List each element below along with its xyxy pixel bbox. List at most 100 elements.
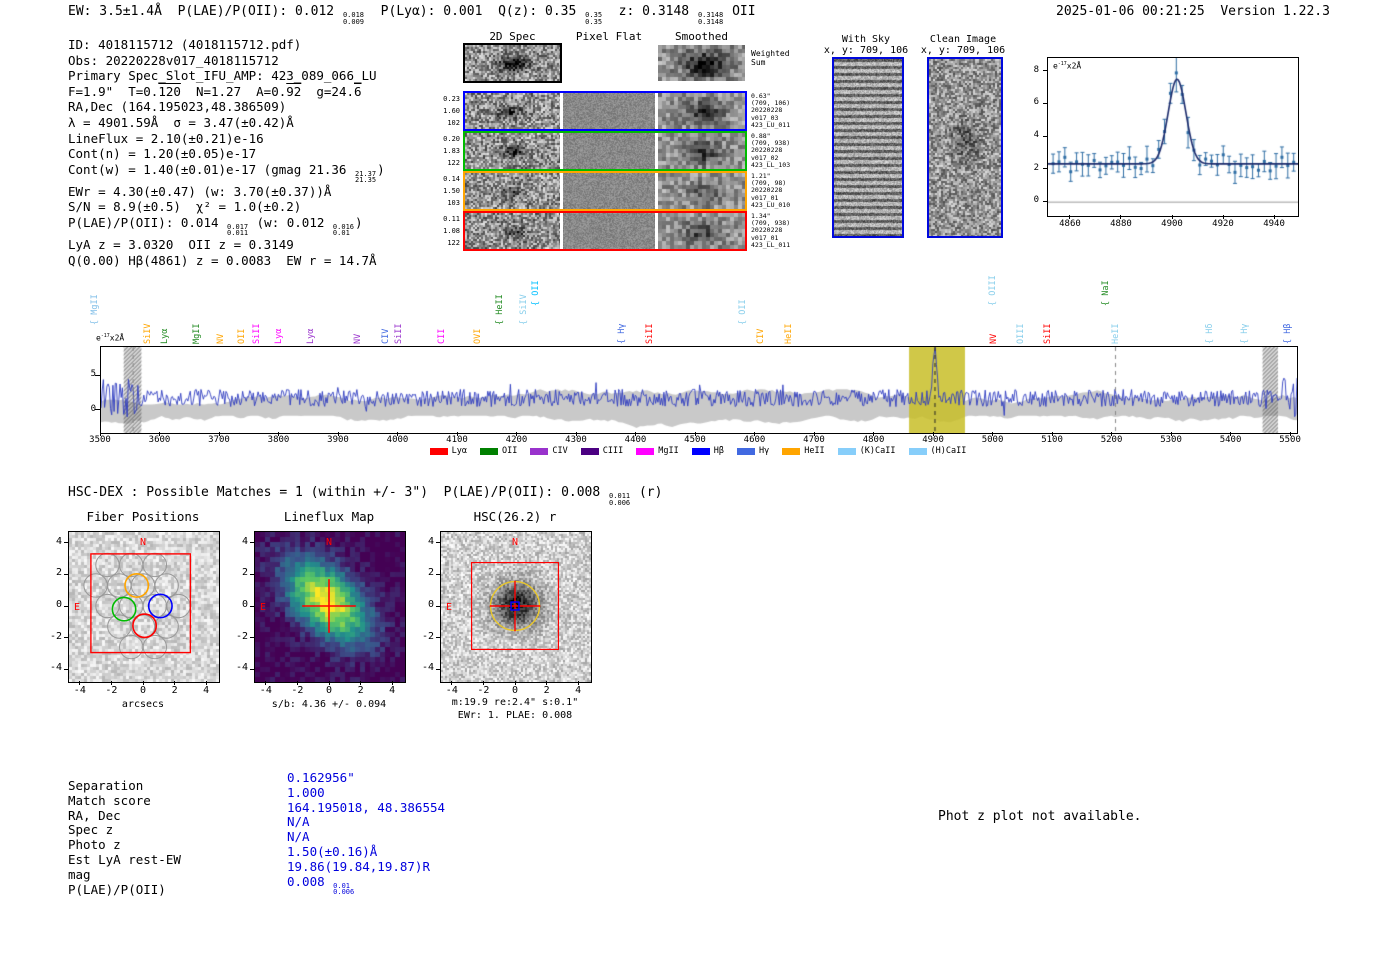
axis-tick — [265, 681, 267, 685]
pixelflat-image — [563, 133, 655, 169]
legend-item: HeII — [782, 446, 825, 456]
match-field-label: Est LyA rest-EW — [68, 851, 181, 867]
axis-tick-label: 0 — [55, 599, 62, 610]
spec2d-col-title-pixelflat: Pixel Flat — [575, 30, 643, 43]
axis-tick-label: 2 — [427, 567, 434, 579]
axis-tick-label: 5000 — [981, 435, 1004, 445]
match-field-label: RA, Dec — [68, 807, 121, 823]
axis-tick-label: 4 — [427, 535, 434, 547]
match-field-value: 1.000 — [287, 784, 325, 800]
axis-tick-label: 4400 — [624, 435, 647, 445]
axis-tick — [360, 681, 362, 685]
axis-tick — [635, 432, 637, 436]
axis-tick-label: -2 — [477, 685, 490, 696]
lineflux-crosshair-overlay: NE — [260, 537, 356, 633]
axis-tick-label: 4880 — [1110, 219, 1132, 229]
axis-tick-label: 4 — [203, 685, 210, 696]
axis-tick-label: 4800 — [862, 435, 885, 445]
axis-tick-label: 4900 — [1161, 219, 1183, 229]
match-field-value: 0.162956" — [287, 770, 355, 785]
emission-line-label: { Hβ — [1283, 323, 1294, 344]
emission-line-label: Lyα — [160, 328, 171, 344]
main-spectrum-unit-label: e-17x2Å — [96, 333, 125, 343]
legend-item: CIII — [580, 446, 623, 456]
axis-tick-label: -2 — [291, 685, 304, 696]
emission-line-label: OII — [236, 328, 247, 344]
info-line: Obs: 20220228v017_4018115712 — [68, 52, 279, 68]
axis-tick — [1043, 135, 1047, 137]
info-line: EWr = 4.30(±0.47) (w: 3.70(±0.37))Å — [68, 183, 332, 199]
emission-line-label: SiII — [394, 323, 405, 344]
svg-text:E: E — [74, 602, 80, 613]
emission-line-label: NV — [353, 333, 364, 344]
info-line: ID: 4018115712 (4018115712.pdf) — [68, 37, 302, 52]
emission-line-label: Lyα — [273, 328, 284, 344]
match-field-label: Match score — [68, 792, 151, 808]
spec2d-image — [465, 133, 560, 169]
emission-line-label: HeII — [784, 323, 795, 344]
axis-tick-label: 8 — [1033, 64, 1039, 75]
axis-tick-label: 2 — [171, 685, 178, 696]
axis-tick — [142, 681, 144, 685]
axis-tick-label: -4 — [49, 662, 62, 674]
emission-line-label: MgII — [191, 323, 202, 344]
axis-tick-label: 4200 — [505, 435, 528, 445]
axis-tick — [577, 681, 579, 685]
info-line: P(LAE)/P(OII): 0.014 0.017 0.011 (w: 0.01… — [68, 214, 363, 238]
emission-line-label: CIV — [381, 328, 392, 344]
spec2d-col-title-2dspec: 2D Spec — [489, 30, 536, 43]
axis-tick-label: 4 — [389, 685, 396, 696]
match-field-label: Spec z — [68, 822, 114, 838]
legend-swatch — [837, 447, 856, 455]
pixelflat-image — [563, 93, 655, 129]
emission-line-label: OIII — [1016, 323, 1027, 344]
legend-swatch — [908, 447, 927, 455]
legend-item: Lyα — [429, 446, 468, 456]
line-fit-plot — [1048, 58, 1298, 216]
legend-label: MgII — [658, 446, 679, 456]
axis-tick-label: 2 — [543, 685, 550, 696]
info-line: LineFlux = 2.10(±0.21)e-16 — [68, 130, 264, 146]
match-field-value: 1.50(±0.16)Å — [287, 843, 378, 859]
axis-tick — [575, 432, 577, 436]
match-field-label: P(LAE)/P(OII) — [68, 881, 166, 897]
svg-text:N: N — [140, 537, 146, 548]
axis-tick-label: 0 — [325, 685, 333, 696]
legend-item: (K)CaII — [837, 446, 896, 456]
axis-tick-label: -4 — [259, 685, 272, 696]
axis-tick-label: 5400 — [1219, 435, 1242, 445]
axis-tick-label: 0 — [241, 599, 248, 610]
spec2d-row-scale-labels: 0.11 1.08 122 — [443, 215, 460, 247]
axis-tick — [337, 432, 339, 436]
axis-tick — [391, 681, 393, 685]
lineflux-map-title: Lineflux Map — [283, 509, 375, 524]
spec2d-row-annotation: 1.21" (709, 98) 20220228 v017_01 423_LU_010 — [751, 172, 791, 209]
axis-tick-label: 5100 — [1041, 435, 1063, 445]
legend-swatch — [580, 447, 599, 455]
emission-line-label: CIV — [756, 328, 767, 344]
legend-label: Lyα — [451, 446, 468, 456]
summary-line: EW: 3.5±1.4Å P(LAE)/P(OII): 0.012 0.018 0… — [68, 4, 756, 26]
emission-line-label: CII — [437, 328, 448, 344]
hsc-caption-1: m:19.9 re:2.4" s:0.1" — [451, 697, 579, 708]
axis-tick — [754, 432, 756, 436]
axis-tick-label: 3700 — [208, 435, 230, 445]
axis-tick — [1120, 215, 1122, 219]
axis-tick — [932, 432, 934, 436]
emission-line-label: HeII — [1110, 323, 1121, 344]
withsky-subtitle: x, y: 709, 106 — [823, 45, 909, 56]
smoothed-image — [658, 133, 745, 169]
axis-tick — [397, 432, 398, 436]
axis-tick-label: 4920 — [1212, 219, 1234, 229]
info-line: F=1.9" T=0.120 N=1.27 A=0.92 g=24.6 — [68, 83, 362, 99]
legend-label: (H)CaII — [930, 446, 967, 456]
info-line: Cont(n) = 1.20(±0.05)e-17 — [68, 146, 257, 162]
info-line: LyA z = 3.0320 OII z = 0.3149 — [68, 236, 294, 252]
spectral-line-legend: Lyα OII CIV CIII MgII Hβ Hγ HeII (K)CaII (H)CaII — [100, 446, 1296, 456]
axis-tick-label: 4 — [241, 535, 248, 547]
info-line: S/N = 8.9(±0.5) χ² = 1.0(±0.2) — [68, 199, 302, 215]
axis-tick-label: 5500 — [1279, 435, 1301, 445]
legend-label: CIV — [552, 446, 568, 456]
spec2d-row-annotation: Weighted Sum — [751, 49, 790, 67]
axis-tick-label: 3900 — [327, 435, 349, 445]
